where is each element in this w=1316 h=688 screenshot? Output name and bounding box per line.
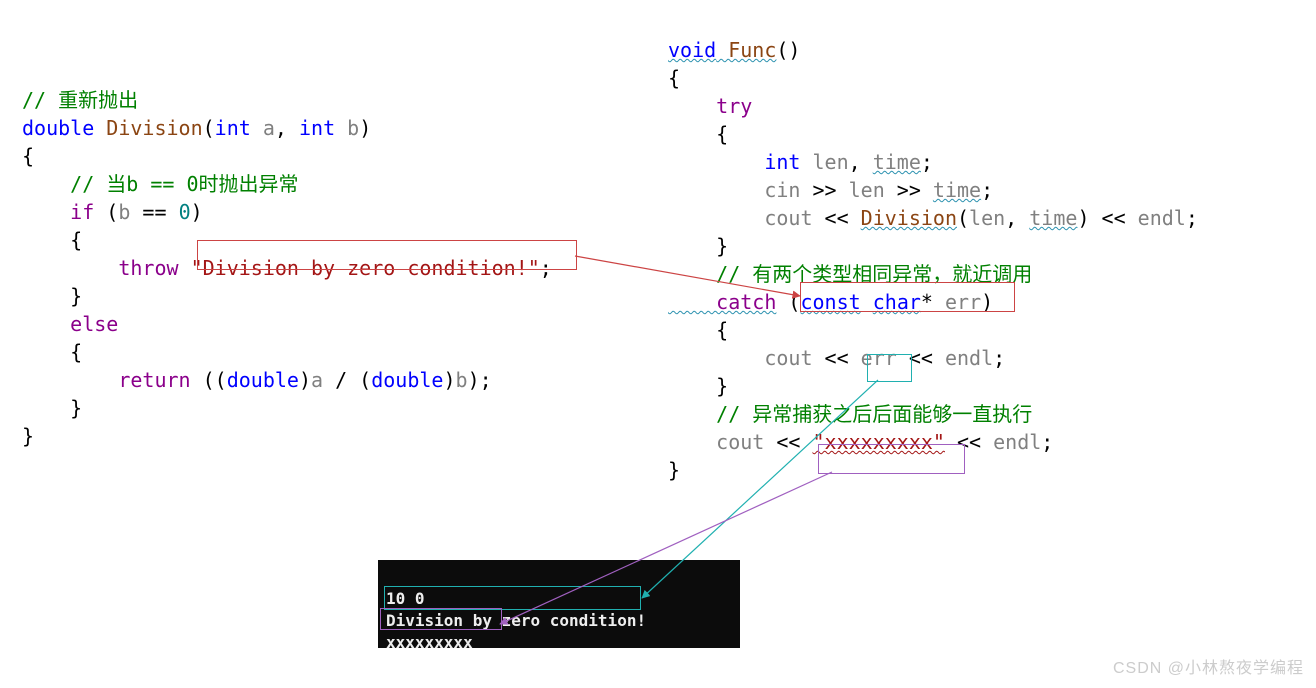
comment: // 异常捕获之后后面能够一直执行 bbox=[668, 402, 1032, 426]
throw-string: "Division by zero condition!" bbox=[191, 256, 540, 280]
watermark: CSDN @小林熬夜学编程 bbox=[1113, 654, 1304, 678]
kw-throw: throw bbox=[22, 256, 179, 280]
console-line3: xxxxxxxxx bbox=[386, 633, 473, 652]
kw-try: try bbox=[668, 94, 752, 118]
kw-else: else bbox=[22, 312, 118, 336]
func-name: Func bbox=[716, 38, 776, 62]
comment: // 当b == 0时抛出异常 bbox=[22, 172, 299, 196]
right-code: void Func() { try { int len, time; cin >… bbox=[668, 8, 1198, 484]
console-line2: Division by zero condition! bbox=[386, 611, 646, 630]
err-var: err bbox=[861, 346, 897, 370]
func-name: Division bbox=[94, 116, 202, 140]
left-code: // 重新抛出 double Division(int a, int b) { … bbox=[22, 58, 552, 450]
kw-return: return bbox=[22, 368, 191, 392]
kw-double: double bbox=[22, 116, 94, 140]
comment: // 有两个类型相同异常，就近调用 bbox=[668, 262, 1032, 286]
kw-if: if bbox=[22, 200, 94, 224]
kw-void: void bbox=[668, 38, 716, 62]
console-output: 10 0 Division by zero condition! xxxxxxx… bbox=[378, 560, 740, 648]
comment: // 重新抛出 bbox=[22, 88, 138, 112]
console-line1: 10 0 bbox=[386, 589, 425, 608]
kw-catch: catch bbox=[668, 290, 776, 314]
xxx-string: "xxxxxxxxx" bbox=[813, 430, 945, 454]
